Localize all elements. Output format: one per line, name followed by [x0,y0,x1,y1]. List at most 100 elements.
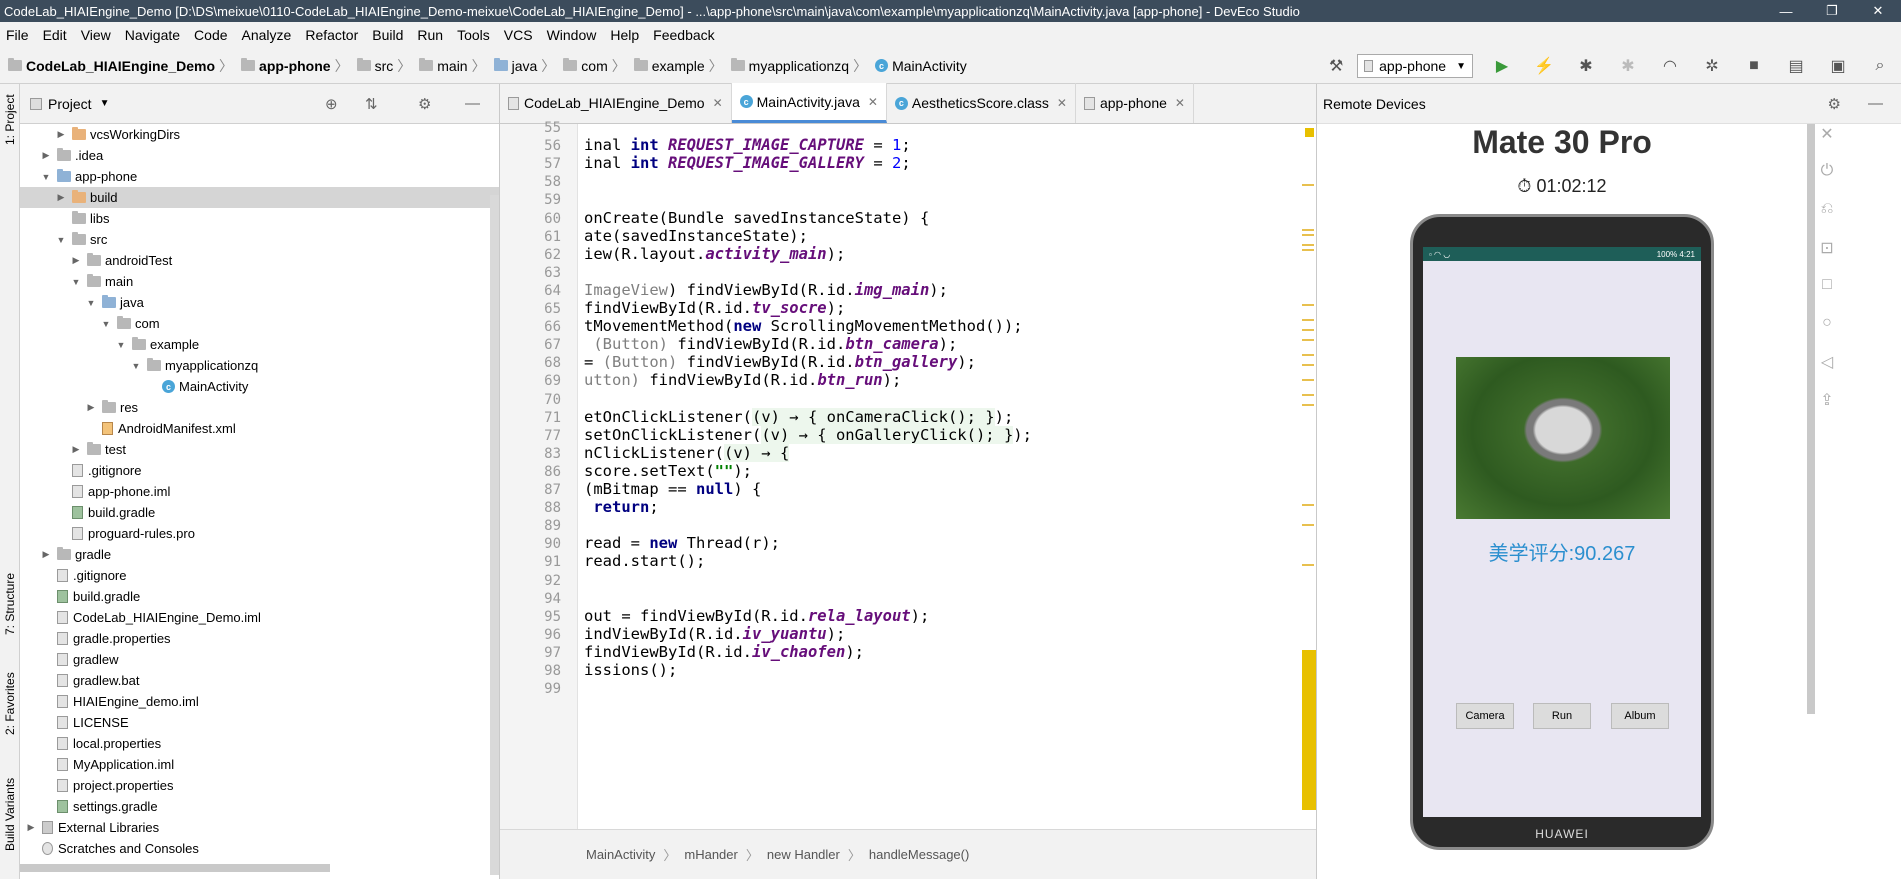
tree-item[interactable]: ▼ com [20,313,499,334]
tree-scrollbar[interactable] [490,195,499,875]
run-config-select[interactable]: app-phone ▼ [1357,54,1473,78]
close-icon[interactable]: ✕ [1057,96,1067,110]
warning-marker[interactable] [1302,249,1314,251]
code-breadcrumb-item[interactable]: new Handler [767,847,840,862]
layout-icon[interactable]: ▣ [1827,55,1849,77]
code-breadcrumb-item[interactable]: mHander [684,847,737,862]
code-area[interactable]: inal int REQUEST_IMAGE_CAPTURE = 1; inal … [584,124,1300,829]
apply-changes-icon[interactable]: ⚡ [1533,55,1555,77]
profile-icon[interactable]: ◠ [1659,55,1681,77]
gear-icon[interactable]: ⚙ [418,95,431,113]
back-icon[interactable]: ◁ [1813,352,1841,372]
tree-item[interactable]: ▼ myapplicationzq [20,355,499,376]
code-line[interactable]: utton) findViewById(R.id.btn_run); [584,369,901,391]
tree-item[interactable]: CodeLab_HIAIEngine_Demo.iml [20,607,499,628]
menu-vcs[interactable]: VCS [504,27,533,43]
warning-marker[interactable] [1302,244,1314,246]
nav-crumb[interactable]: example 〉 [633,56,727,76]
upload-icon[interactable]: ⇪ [1813,390,1841,410]
hammer-icon[interactable]: ⚒ [1325,55,1347,77]
collapse-all-icon[interactable]: ⇅ [365,95,378,113]
tree-item[interactable]: Scratches and Consoles [20,838,499,859]
album-button[interactable]: Album [1611,703,1669,729]
tree-item[interactable]: gradle.properties [20,628,499,649]
screenshot-icon[interactable]: ⊡ [1813,238,1841,258]
stop-icon[interactable]: ■ [1743,55,1765,77]
nav-crumb[interactable]: main 〉 [419,56,489,76]
tree-horizontal-scrollbar[interactable] [20,864,330,872]
inspection-indicator[interactable] [1305,128,1314,137]
warning-marker[interactable] [1302,564,1314,566]
warning-marker[interactable] [1302,234,1314,236]
tree-item[interactable]: LICENSE [20,712,499,733]
tree-item[interactable]: c MainActivity [20,376,499,397]
chevron-down-icon[interactable]: ▼ [54,235,68,245]
menu-feedback[interactable]: Feedback [653,27,714,43]
editor-tab[interactable]: c MainActivity.java ✕ [731,83,887,123]
chevron-right-icon[interactable]: ▶ [39,150,53,161]
chevron-right-icon[interactable]: ▶ [69,255,83,266]
warning-marker[interactable] [1302,329,1314,331]
tree-item[interactable]: gradlew.bat [20,670,499,691]
tree-item[interactable]: ▶ vcsWorkingDirs [20,124,499,145]
rotate-icon[interactable]: ⎌ [1813,200,1841,218]
nav-crumb[interactable]: CodeLab_HIAIEngine_Demo 〉 [8,56,237,76]
tree-item[interactable]: ▶ gradle [20,544,499,565]
chevron-down-icon[interactable]: ▼ [100,98,110,109]
search-icon[interactable]: ⌕ [1869,55,1891,77]
warning-marker[interactable] [1302,184,1314,186]
tree-item[interactable]: project.properties [20,775,499,796]
minimize-button[interactable]: — [1763,0,1809,22]
hide-icon[interactable]: — [465,95,480,112]
chevron-down-icon[interactable]: ▼ [114,340,128,350]
tree-item[interactable]: libs [20,208,499,229]
tree-item[interactable]: ▼ main [20,271,499,292]
tree-item[interactable]: .gitignore [20,565,499,586]
code-breadcrumb-item[interactable]: MainActivity [586,847,655,862]
nav-crumb[interactable]: com 〉 [563,56,629,76]
chevron-right-icon[interactable]: ▶ [39,549,53,560]
coverage-icon[interactable]: ✲ [1701,55,1723,77]
chevron-right-icon[interactable]: ▶ [24,822,38,833]
nav-crumb[interactable]: c MainActivity [875,58,967,74]
tree-item[interactable]: ▼ java [20,292,499,313]
attach-debugger-icon[interactable]: ✱ [1617,55,1639,77]
code-line[interactable]: read.start(); [584,550,705,572]
warning-marker[interactable] [1302,304,1314,306]
nav-crumb[interactable]: app-phone 〉 [241,56,353,76]
chevron-right-icon[interactable]: ▶ [54,192,68,203]
menu-refactor[interactable]: Refactor [305,27,358,43]
menu-help[interactable]: Help [610,27,639,43]
warning-marker[interactable] [1302,394,1314,396]
tree-item[interactable]: ▶ .idea [20,145,499,166]
chevron-down-icon[interactable]: ▼ [84,298,98,308]
tree-item[interactable]: ▼ src [20,229,499,250]
locate-icon[interactable]: ⊕ [325,95,338,113]
tree-item[interactable]: ▶ External Libraries [20,817,499,838]
close-icon[interactable]: ✕ [868,95,878,109]
maximize-button[interactable]: ❐ [1809,0,1855,22]
tree-item[interactable]: build.gradle [20,586,499,607]
home-icon[interactable]: ○ [1813,314,1841,332]
device-manager-icon[interactable]: ▤ [1785,55,1807,77]
square-icon[interactable]: □ [1813,276,1841,294]
tree-item[interactable]: ▼ app-phone [20,166,499,187]
phone-screen[interactable]: ▫ ◠ ◡ 100% 4:21 美学评分:90.267 Camera Run A… [1423,247,1701,817]
menu-file[interactable]: File [6,27,29,43]
warning-marker[interactable] [1302,339,1314,341]
build-variants-tool-tab[interactable]: Build Variants [0,764,20,864]
tree-item[interactable]: AndroidManifest.xml [20,418,499,439]
chevron-right-icon[interactable]: ▶ [69,444,83,455]
code-line[interactable]: issions(); [584,659,677,681]
close-window-button[interactable]: ✕ [1855,0,1901,22]
project-panel-title[interactable]: Project [48,96,92,112]
tree-item[interactable]: proguard-rules.pro [20,523,499,544]
chevron-right-icon[interactable]: ▶ [54,129,68,140]
chevron-down-icon[interactable]: ▼ [129,361,143,371]
editor-tab[interactable]: CodeLab_HIAIEngine_Demo ✕ [500,83,732,123]
run-button[interactable]: Run [1533,703,1591,729]
tree-item[interactable]: settings.gradle [20,796,499,817]
menu-tools[interactable]: Tools [457,27,490,43]
menu-window[interactable]: Window [547,27,597,43]
power-icon[interactable]: ⏻ [1813,162,1841,180]
